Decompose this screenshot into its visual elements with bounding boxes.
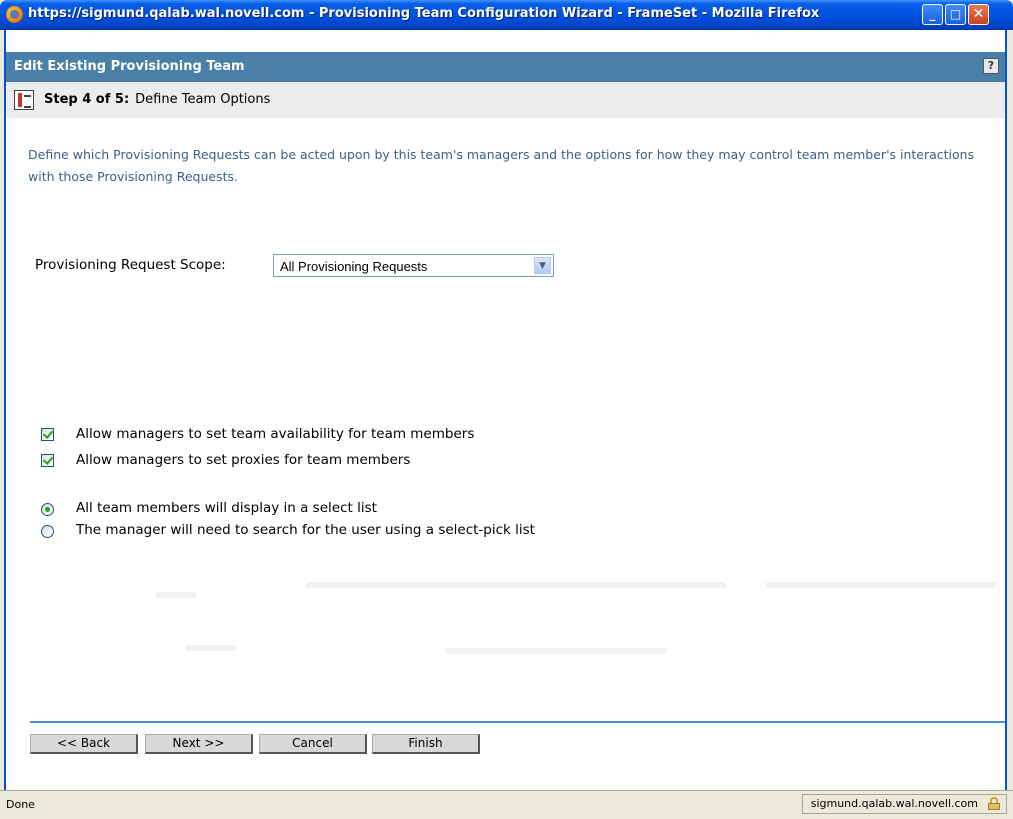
step-name: Define Team Options <box>135 92 271 107</box>
status-text: Done <box>6 798 35 811</box>
footer-divider <box>30 721 1005 723</box>
select-pick-radio[interactable] <box>41 525 54 538</box>
faded-artifact <box>186 645 236 651</box>
faded-artifact <box>766 582 996 588</box>
step-bar: Step 4 of 5: Define Team Options <box>6 82 1005 118</box>
status-host-text: sigmund.qalab.wal.novell.com <box>810 797 978 810</box>
minimize-button[interactable]: _ <box>922 4 943 25</box>
select-list-label: All team members will display in a selec… <box>76 500 377 516</box>
next-button[interactable]: Next >> <box>145 734 253 754</box>
scope-label: Provisioning Request Scope: <box>35 257 226 273</box>
proxies-checkbox[interactable] <box>41 454 54 467</box>
close-button[interactable]: ✕ <box>968 4 989 25</box>
status-bar: Done sigmund.qalab.wal.novell.com <box>0 790 1013 819</box>
cancel-button[interactable]: Cancel <box>259 734 367 754</box>
step-indicator: Step 4 of 5: Define Team Options <box>44 92 270 107</box>
wizard-step-icon <box>14 90 34 110</box>
lock-icon[interactable] <box>988 797 1000 810</box>
availability-checkbox[interactable] <box>41 428 54 441</box>
help-icon[interactable]: ? <box>983 58 999 74</box>
wizard-title: Edit Existing Provisioning Team <box>14 59 245 74</box>
finish-button[interactable]: Finish <box>372 734 480 754</box>
faded-artifact <box>156 592 196 598</box>
scope-select[interactable]: All Provisioning Requests ▼ <box>273 254 554 277</box>
step-number: Step 4 of 5: <box>44 92 130 107</box>
maximize-button[interactable]: □ <box>945 4 966 25</box>
status-host[interactable]: sigmund.qalab.wal.novell.com <box>801 794 1007 814</box>
faded-artifact <box>306 582 726 588</box>
intro-text: Define which Provisioning Requests can b… <box>28 147 975 184</box>
page-content: Edit Existing Provisioning Team ? Step 4… <box>4 30 1007 790</box>
firefox-icon <box>6 6 23 23</box>
faded-artifact <box>446 648 666 654</box>
proxies-label: Allow managers to set proxies for team m… <box>76 452 411 468</box>
scope-selected-value: All Provisioning Requests <box>280 259 428 274</box>
browser-title-bar[interactable]: https://sigmund.qalab.wal.novell.com - P… <box>0 0 1013 30</box>
window-title: https://sigmund.qalab.wal.novell.com - P… <box>28 6 820 21</box>
chevron-down-icon[interactable]: ▼ <box>534 257 551 274</box>
back-button[interactable]: << Back <box>30 734 138 754</box>
availability-label: Allow managers to set team availability … <box>76 426 475 442</box>
wizard-header: Edit Existing Provisioning Team ? <box>6 52 1005 82</box>
select-list-radio[interactable] <box>41 503 54 516</box>
select-pick-label: The manager will need to search for the … <box>76 522 535 538</box>
